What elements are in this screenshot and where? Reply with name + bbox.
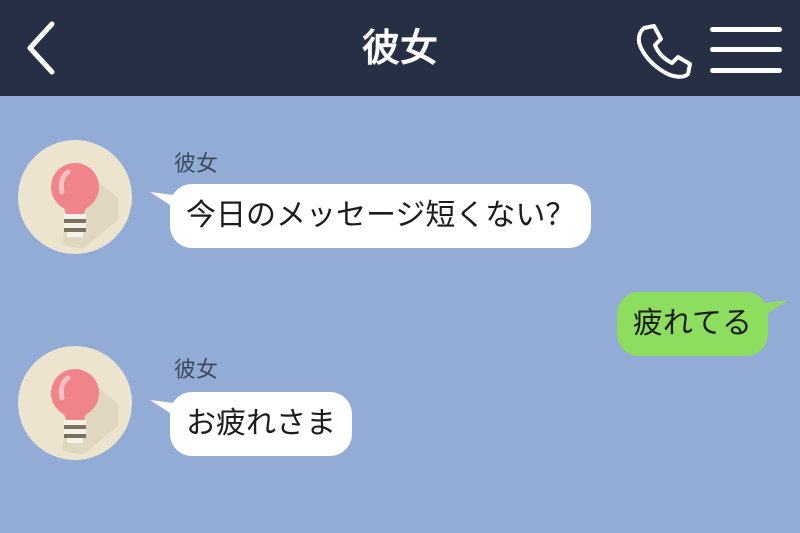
chat-header: 彼女 [0, 0, 800, 96]
sender-name: 彼女 [174, 152, 219, 177]
message-list[interactable]: 彼女 今日のメッセージ短くない？ 疲れてる 彼女 お疲れさま [0, 96, 800, 533]
phone-icon[interactable] [634, 20, 696, 80]
incoming-message-bubble[interactable]: お疲れさま [170, 392, 352, 456]
lightbulb-icon[interactable] [18, 346, 132, 460]
incoming-message-bubble[interactable]: 今日のメッセージ短くない？ [170, 184, 592, 248]
outgoing-message-bubble[interactable]: 疲れてる [616, 292, 768, 356]
lightbulb-icon[interactable] [18, 140, 132, 254]
hamburger-menu-icon[interactable] [710, 22, 782, 78]
chevron-left-icon[interactable] [18, 18, 66, 78]
sender-name: 彼女 [174, 358, 219, 383]
